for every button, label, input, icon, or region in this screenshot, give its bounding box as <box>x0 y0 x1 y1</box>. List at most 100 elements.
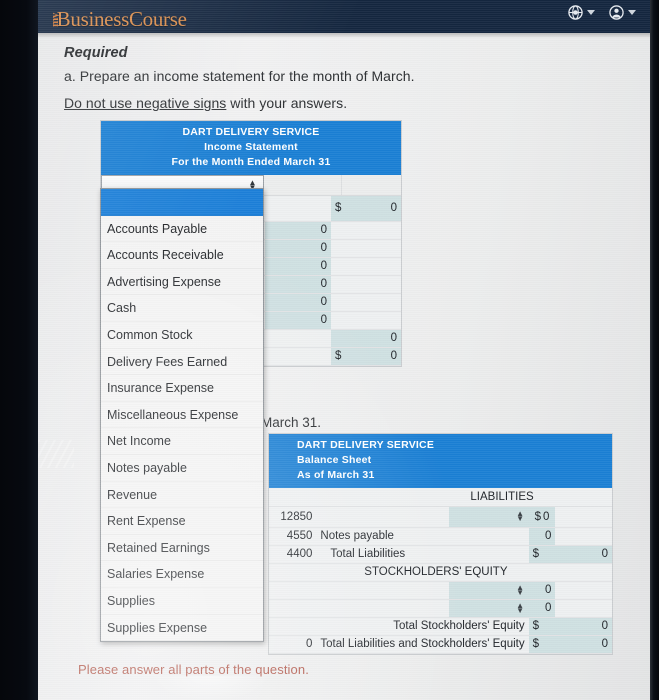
is-pad-2b <box>345 239 401 258</box>
equity-header: STOCKHOLDERS' EQUITY <box>316 563 556 582</box>
bs-spacer-2 <box>448 527 529 546</box>
is-pad-5a <box>331 293 346 312</box>
question-note-underlined: Do not use negative signs <box>64 95 227 111</box>
table-row: LIABILITIES <box>269 488 612 507</box>
is-net-income-dollar: $ <box>331 346 346 366</box>
question-note-rest: with your answers. <box>226 95 348 111</box>
dropdown-option-supplies-expense[interactable]: Supplies Expense <box>101 615 263 642</box>
dropdown-option-salaries-expense[interactable]: Salaries Expense <box>101 561 263 588</box>
brand-logo-prefix: my <box>48 13 61 27</box>
is-pad-1b <box>345 221 401 240</box>
total-assets-value: 0 <box>269 635 317 654</box>
page-surface: Required a. Prepare an income statement … <box>38 0 650 700</box>
dropdown-option-cash[interactable]: Cash <box>101 295 263 322</box>
dropdown-option-accounts-payable[interactable]: Accounts Payable <box>101 216 263 243</box>
dropdown-option-rent-expense[interactable]: Rent Expense <box>101 508 263 535</box>
liability-amount-1: 0 <box>543 510 550 523</box>
brand-logo-text: BusinessCourse <box>56 7 187 31</box>
language-button[interactable] <box>568 5 595 20</box>
income-statement-title-line1: DART DELIVERY SERVICE <box>182 126 320 138</box>
table-row: STOCKHOLDERS' EQUITY <box>269 562 612 582</box>
total-equity-dollar: $ <box>528 616 556 636</box>
is-pad-1a <box>331 221 346 240</box>
dropdown-option-accounts-receivable[interactable]: Accounts Receivable <box>101 242 263 269</box>
dropdown-option-supplies[interactable]: Supplies <box>101 588 263 615</box>
is-total-expenses-mid <box>265 328 331 348</box>
equity-value-1[interactable]: 0 <box>528 581 556 600</box>
device-bezel-right <box>650 0 659 700</box>
dropdown-option-common-stock[interactable]: Common Stock <box>101 322 263 349</box>
is-pad-6b <box>345 311 401 330</box>
liability-value-2[interactable]: 0 <box>528 527 556 546</box>
dropdown-option-advertising-expense[interactable]: Advertising Expense <box>101 269 263 296</box>
is-row-mid-0 <box>265 196 331 222</box>
table-row: ▲ ▼ 0 <box>269 581 612 600</box>
equity-select-2[interactable]: ▲ ▼ <box>448 599 529 618</box>
total-liabilities-equity-value: 0 <box>555 635 612 654</box>
account-dropdown-list[interactable]: Accounts Payable Accounts Receivable Adv… <box>100 188 264 643</box>
dropdown-option-retained-earnings[interactable]: Retained Earnings <box>101 535 263 562</box>
liability-value-1[interactable]: $0 <box>528 506 556 528</box>
equity-select-1[interactable]: ▲ ▼ <box>448 581 529 600</box>
is-expense-value-4[interactable]: 0 <box>265 275 331 294</box>
balance-sheet-title-line3: As of March 31 <box>297 469 375 481</box>
total-equity-label: Total Stockholders' Equity <box>316 617 529 636</box>
total-liabilities-label: Total Liabilities <box>316 545 449 564</box>
bs-blank-label-6 <box>316 599 449 618</box>
liabilities-header: LIABILITIES <box>448 488 556 507</box>
dropdown-option-0[interactable] <box>101 189 263 216</box>
income-statement-title-line2: Income Statement <box>204 141 298 153</box>
liability-dollar-1: $ <box>534 510 541 523</box>
is-expense-value-3[interactable]: 0 <box>265 257 331 276</box>
table-row: 4400 Total Liabilities $ 0 <box>269 544 612 564</box>
table-row: Total Stockholders' Equity $ 0 <box>269 616 612 636</box>
bs-blank-label-5 <box>316 581 449 600</box>
balance-sheet-title-line1: DART DELIVERY SERVICE <box>297 439 435 451</box>
bs-asset-col-spacer <box>269 488 317 507</box>
app-header-shadow <box>38 33 650 38</box>
is-expense-value-1[interactable]: 0 <box>265 221 331 240</box>
total-liabilities-equity-label: Total Liabilities and Stockholders' Equi… <box>316 635 529 654</box>
income-select-row-rest <box>264 175 401 195</box>
dropdown-option-net-income[interactable]: Net Income <box>101 428 263 455</box>
bs-liab-total-spacer <box>555 488 612 507</box>
dropdown-option-notes-payable[interactable]: Notes payable <box>101 455 263 482</box>
dropdown-option-revenue[interactable]: Revenue <box>101 482 263 509</box>
bs-asset-value-3: 4400 <box>269 545 317 564</box>
income-statement-title: DART DELIVERY SERVICE Income Statement F… <box>101 121 401 175</box>
is-pad-6a <box>331 311 346 330</box>
dropdown-option-miscellaneous-expense[interactable]: Miscellaneous Expense <box>101 402 263 429</box>
total-liabilities-value: 0 <box>555 544 612 564</box>
app-header-bar: my BusinessCourse <box>38 0 650 33</box>
is-expense-value-2[interactable]: 0 <box>265 239 331 258</box>
liability-label-2: Notes payable <box>316 527 449 546</box>
dropdown-option-delivery-fees-earned[interactable]: Delivery Fees Earned <box>101 349 263 376</box>
is-expense-value-5[interactable]: 0 <box>265 293 331 312</box>
is-pad-4b <box>345 275 401 294</box>
is-revenue-value[interactable]: 0 <box>345 196 401 222</box>
header-actions <box>568 5 636 20</box>
account-button[interactable] <box>609 5 636 20</box>
is-expense-value-6[interactable]: 0 <box>265 311 331 330</box>
total-liabilities-equity-dollar: $ <box>528 635 556 654</box>
question-note: Do not use negative signs with your answ… <box>64 95 347 111</box>
spinner-icon: ▲▼ <box>516 600 525 615</box>
is-pad-4a <box>331 275 346 294</box>
bs-pad-2 <box>555 527 612 546</box>
brand-logo[interactable]: my BusinessCourse <box>48 4 187 30</box>
is-total-expenses-dollar <box>331 329 346 348</box>
table-row: 0 Total Liabilities and Stockholders' Eq… <box>269 635 612 654</box>
is-pad-3b <box>345 257 401 276</box>
spinner-icon: ▲▼ <box>516 582 525 597</box>
bs-pad-6 <box>555 599 612 618</box>
question-part-a: a. Prepare an income statement for the m… <box>64 68 415 84</box>
liability-select-1[interactable]: ▲ ▼ <box>448 506 529 528</box>
is-rest-col1 <box>264 175 342 195</box>
dropdown-option-insurance-expense[interactable]: Insurance Expense <box>101 375 263 402</box>
table-row: 12850 ▲ ▼ $0 <box>269 506 612 528</box>
total-liabilities-dollar: $ <box>528 544 556 564</box>
table-row: ▲ ▼ 0 <box>269 599 612 618</box>
bs-blank-6 <box>269 599 317 618</box>
equity-value-2[interactable]: 0 <box>528 599 556 618</box>
balance-sheet-grid: LIABILITIES 12850 ▲ ▼ $0 4550 Notes payab… <box>269 488 612 654</box>
